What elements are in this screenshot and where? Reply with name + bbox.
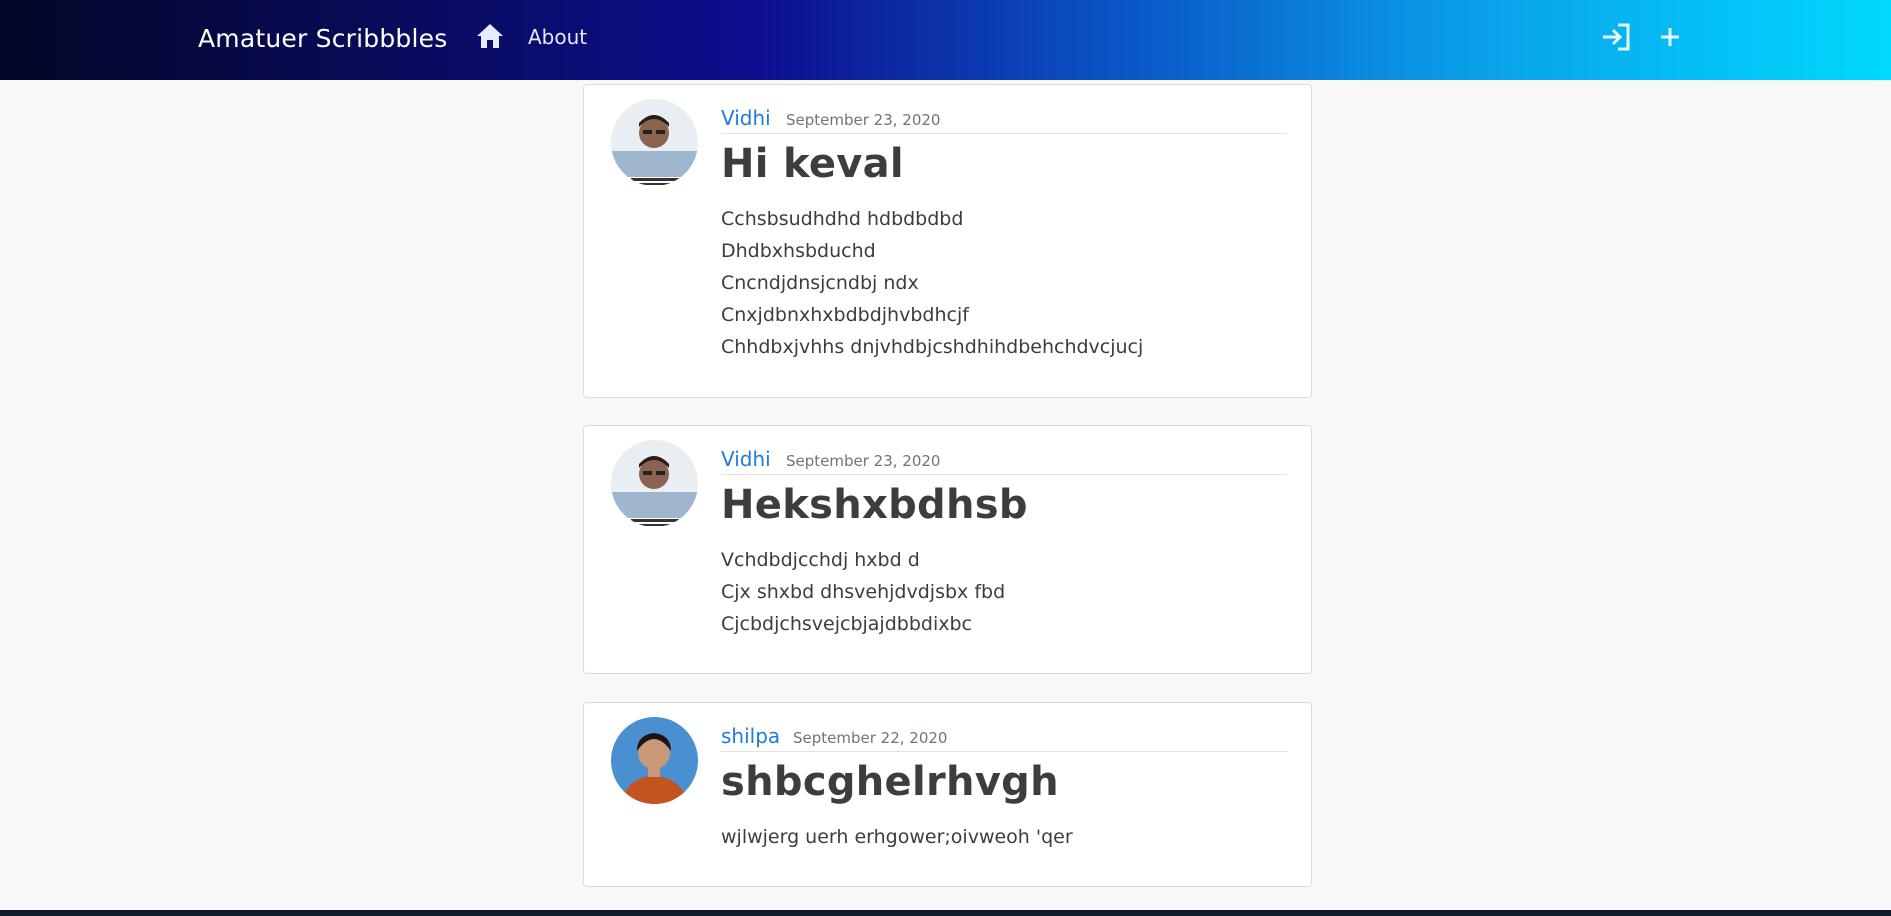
post-title[interactable]: Hi keval — [721, 141, 904, 187]
about-link[interactable]: About — [528, 25, 587, 49]
author-link[interactable]: Vidhi — [721, 447, 771, 471]
post-date: September 23, 2020 — [786, 111, 941, 129]
post-line: Vchdbdjcchdj hxbd d — [721, 549, 920, 571]
post-line: wjlwjerg uerh erhgower;oivweoh 'qer — [721, 826, 1073, 848]
post-card: shilpa September 22, 2020 shbcghelrhvgh … — [583, 702, 1312, 887]
avatar[interactable] — [611, 440, 698, 527]
plus-icon — [1661, 28, 1679, 46]
author-link[interactable]: shilpa — [721, 724, 780, 748]
post-line: Cjx shxbd dhsvehjdvdjsbx fbd — [721, 581, 1006, 603]
post-line: Cchsbsudhdhd hdbdbdbd — [721, 208, 964, 230]
home-icon — [477, 24, 503, 48]
post-line: Cjcbdjchsvejcbjajdbbdixbc — [721, 613, 972, 635]
post-line: Cnxjdbnxhxbdbdjhvbdhcjf — [721, 304, 969, 326]
avatar[interactable] — [611, 99, 698, 186]
post-card: Vidhi September 23, 2020 Hekshxbdhsb Vch… — [583, 425, 1312, 674]
post-line: Chhdbxjvhhs dnjvhdbjcshdhihdbehchdvcjucj — [721, 336, 1144, 358]
post-body: Vchdbdjcchdj hxbd d Cjx shxbd dhsvehjdvd… — [721, 544, 1005, 640]
brand-link[interactable]: Amatuer Scribbbles — [198, 24, 447, 53]
post-line: Cncndjdnsjcndbj ndx — [721, 272, 919, 294]
footer-bar — [0, 910, 1891, 916]
post-date: September 22, 2020 — [793, 729, 948, 747]
post-meta: shilpa September 22, 2020 — [721, 721, 1287, 752]
post-meta: Vidhi September 23, 2020 — [721, 444, 1287, 475]
post-body: wjlwjerg uerh erhgower;oivweoh 'qer — [721, 821, 1073, 853]
avatar[interactable] — [611, 717, 698, 804]
top-navbar: Amatuer Scribbbles About — [0, 0, 1891, 80]
add-post-button[interactable] — [1656, 22, 1684, 52]
login-icon — [1603, 23, 1630, 51]
login-button[interactable] — [1600, 22, 1632, 52]
post-meta: Vidhi September 23, 2020 — [721, 103, 1287, 134]
post-title[interactable]: shbcghelrhvgh — [721, 759, 1059, 805]
author-link[interactable]: Vidhi — [721, 106, 771, 130]
post-title[interactable]: Hekshxbdhsb — [721, 482, 1028, 528]
post-card: Vidhi September 23, 2020 Hi keval Cchsbs… — [583, 84, 1312, 398]
home-link[interactable] — [475, 22, 505, 50]
post-date: September 23, 2020 — [786, 452, 941, 470]
post-body: Cchsbsudhdhd hdbdbdbd Dhdbxhsbduchd Cncn… — [721, 203, 1143, 363]
post-line: Dhdbxhsbduchd — [721, 240, 876, 262]
